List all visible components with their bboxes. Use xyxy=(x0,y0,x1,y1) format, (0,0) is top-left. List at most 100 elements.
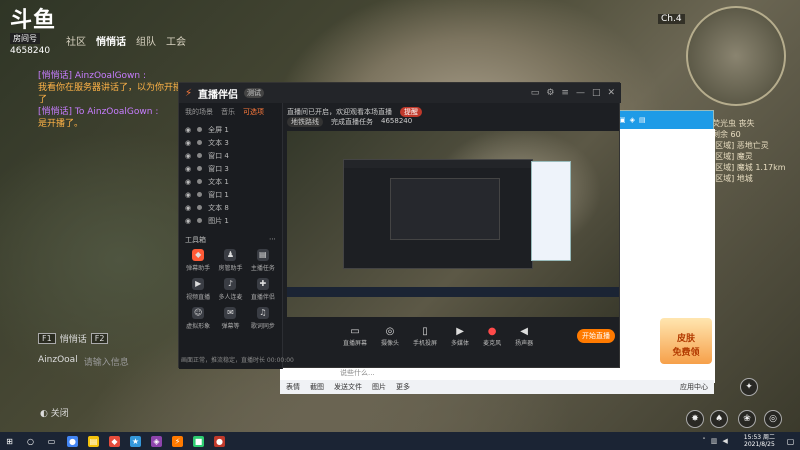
tab-my-scenes[interactable]: 我的场景 xyxy=(185,107,213,117)
minimap[interactable] xyxy=(686,6,786,106)
eye-icon[interactable]: ◉ xyxy=(185,178,191,186)
image-button[interactable]: 图片 xyxy=(372,382,386,392)
network-icon[interactable]: ▥ xyxy=(711,437,718,445)
tool-button[interactable]: ✉ 弹幕等 xyxy=(215,307,245,330)
screen-capture-button[interactable]: ▭ 直播屏幕 xyxy=(343,326,367,347)
notification-icon[interactable]: ▢ xyxy=(785,436,796,447)
skill-icon[interactable]: ♠ xyxy=(710,410,728,428)
search-icon[interactable]: ○ xyxy=(25,436,36,447)
lock-icon[interactable] xyxy=(197,166,203,171)
scene-item[interactable]: ◉ 文本 8 xyxy=(185,201,276,214)
douyu-logo: 斗鱼 房间号 4658240 xyxy=(10,8,66,58)
more-button[interactable]: 更多 xyxy=(396,382,410,392)
start-live-button[interactable]: 开始直播 xyxy=(577,329,615,343)
eye-icon[interactable]: ◉ xyxy=(185,217,191,225)
scene-item[interactable]: ◉ 窗口 4 xyxy=(185,149,276,162)
channel-label[interactable]: 悄悄话 xyxy=(60,332,87,345)
lock-icon[interactable] xyxy=(197,218,203,223)
key-f1[interactable]: F1 xyxy=(38,333,56,344)
taskbar-clock[interactable]: 15:53 周二 2021/8/25 xyxy=(744,434,775,448)
eye-icon[interactable]: ◉ xyxy=(185,191,191,199)
chevron-up-icon[interactable]: ˄ xyxy=(702,437,706,445)
send-file-button[interactable]: 发送文件 xyxy=(334,382,362,392)
tool-button[interactable]: ♫ 歌词同步 xyxy=(248,307,278,330)
tab-party[interactable]: 组队 xyxy=(136,33,156,48)
scene-item[interactable]: ◉ 窗口 1 xyxy=(185,188,276,201)
room-line[interactable]: 地铁路线 xyxy=(287,117,323,127)
eye-icon[interactable]: ◉ xyxy=(185,165,191,173)
folder-icon[interactable]: ▤ xyxy=(639,116,646,124)
tab-options[interactable]: 可选项 xyxy=(243,107,264,117)
menu-icon[interactable]: ≡ xyxy=(561,88,569,98)
scene-item[interactable]: ◉ 图片 1 xyxy=(185,214,276,227)
stream-preview[interactable] xyxy=(287,131,619,317)
lock-icon[interactable] xyxy=(197,153,203,158)
windows-start-icon[interactable]: ⊞ xyxy=(4,436,15,447)
screenshot-button[interactable]: 截图 xyxy=(310,382,324,392)
clock-time: 15:53 周二 xyxy=(743,434,775,441)
tool-button[interactable]: ♟ 房管助手 xyxy=(215,249,245,272)
speaker-button[interactable]: ◀ 扬声器 xyxy=(515,326,533,347)
mic-button[interactable]: ● 麦克风 xyxy=(483,326,501,347)
chat-input[interactable]: 说些什么... xyxy=(280,366,714,380)
app-icon[interactable]: ★ xyxy=(130,435,141,447)
maximize-icon[interactable]: □ xyxy=(592,88,601,98)
folder-icon[interactable]: ▤ xyxy=(88,435,99,447)
room-badge: 房间号 xyxy=(10,33,40,44)
settings-icon[interactable]: ⚙ xyxy=(546,88,554,98)
tool-button[interactable]: ☺ 虚拟形象 xyxy=(183,307,213,330)
skill-icon[interactable]: ✸ xyxy=(686,410,704,428)
eye-icon[interactable]: ◉ xyxy=(185,204,191,212)
scene-item[interactable]: ◉ 文本 1 xyxy=(185,175,276,188)
lock-icon[interactable] xyxy=(197,140,203,145)
close-button[interactable]: ◐ 关闭 xyxy=(40,406,69,419)
chrome-icon[interactable]: ● xyxy=(67,435,78,447)
tab-guild[interactable]: 工会 xyxy=(166,33,186,48)
app-center-link[interactable]: 应用中心 xyxy=(680,382,708,392)
camera-icon: ◎ xyxy=(385,325,395,337)
message-icon[interactable]: ▭ xyxy=(531,88,540,98)
task-view-icon[interactable]: ▭ xyxy=(46,436,57,447)
media-button[interactable]: ▶ 多媒体 xyxy=(451,326,469,347)
minimize-icon[interactable]: — xyxy=(576,88,585,98)
lock-icon[interactable] xyxy=(197,205,203,210)
lyrics-icon: ♫ xyxy=(256,307,269,319)
skill-icon[interactable]: ❀ xyxy=(738,410,756,428)
key-f2[interactable]: F2 xyxy=(90,333,109,344)
tool-button[interactable]: ✚ 直播伴侣 xyxy=(248,278,278,301)
companion-icon: ✚ xyxy=(256,278,269,290)
tool-button[interactable]: ♪ 多人连麦 xyxy=(215,278,245,301)
skill-icon[interactable]: ✦ xyxy=(740,378,758,396)
game-icon[interactable]: ◈ xyxy=(630,116,635,124)
tool-button[interactable]: ▶ 视频直播 xyxy=(183,278,213,301)
tab-music[interactable]: 音乐 xyxy=(221,107,235,117)
stream-app-icon[interactable]: ⚡ xyxy=(172,435,183,447)
eye-icon[interactable]: ◉ xyxy=(185,152,191,160)
emoji-button[interactable]: 表情 xyxy=(286,382,300,392)
douyu-app-icon[interactable]: ● xyxy=(214,435,225,447)
eye-icon[interactable]: ◉ xyxy=(185,139,191,147)
skill-icon[interactable]: ◎ xyxy=(764,410,782,428)
camera-button[interactable]: ◎ 摄像头 xyxy=(381,326,399,347)
tool-button[interactable]: ◆ 弹幕助手 xyxy=(183,249,213,272)
app-icon[interactable]: ■ xyxy=(193,435,204,447)
room-task[interactable]: 完成直播任务 xyxy=(331,117,373,127)
close-icon[interactable]: ✕ xyxy=(607,88,615,98)
scene-item[interactable]: ◉ 全屏 1 xyxy=(185,123,276,136)
volume-icon[interactable]: ◀ xyxy=(722,437,727,445)
tab-community[interactable]: 社区 xyxy=(66,33,86,48)
app-icon[interactable]: ◈ xyxy=(151,435,162,447)
promo-ad[interactable]: 皮肤 免费领 xyxy=(660,318,712,364)
lock-icon[interactable] xyxy=(197,179,203,184)
phone-cast-button[interactable]: ▯ 手机投屏 xyxy=(413,326,437,347)
tab-whisper[interactable]: 悄悄话 xyxy=(96,33,126,48)
eye-icon[interactable]: ◉ xyxy=(185,126,191,134)
more-icon[interactable]: ⋯ xyxy=(269,235,276,245)
scene-item[interactable]: ◉ 文本 3 xyxy=(185,136,276,149)
lock-icon[interactable] xyxy=(197,127,203,132)
app-icon[interactable]: ◆ xyxy=(109,435,120,447)
lock-icon[interactable] xyxy=(197,192,203,197)
scene-item[interactable]: ◉ 窗口 3 xyxy=(185,162,276,175)
tool-button[interactable]: ▤ 主播任务 xyxy=(248,249,278,272)
alert-badge[interactable]: 提醒 xyxy=(400,107,422,117)
